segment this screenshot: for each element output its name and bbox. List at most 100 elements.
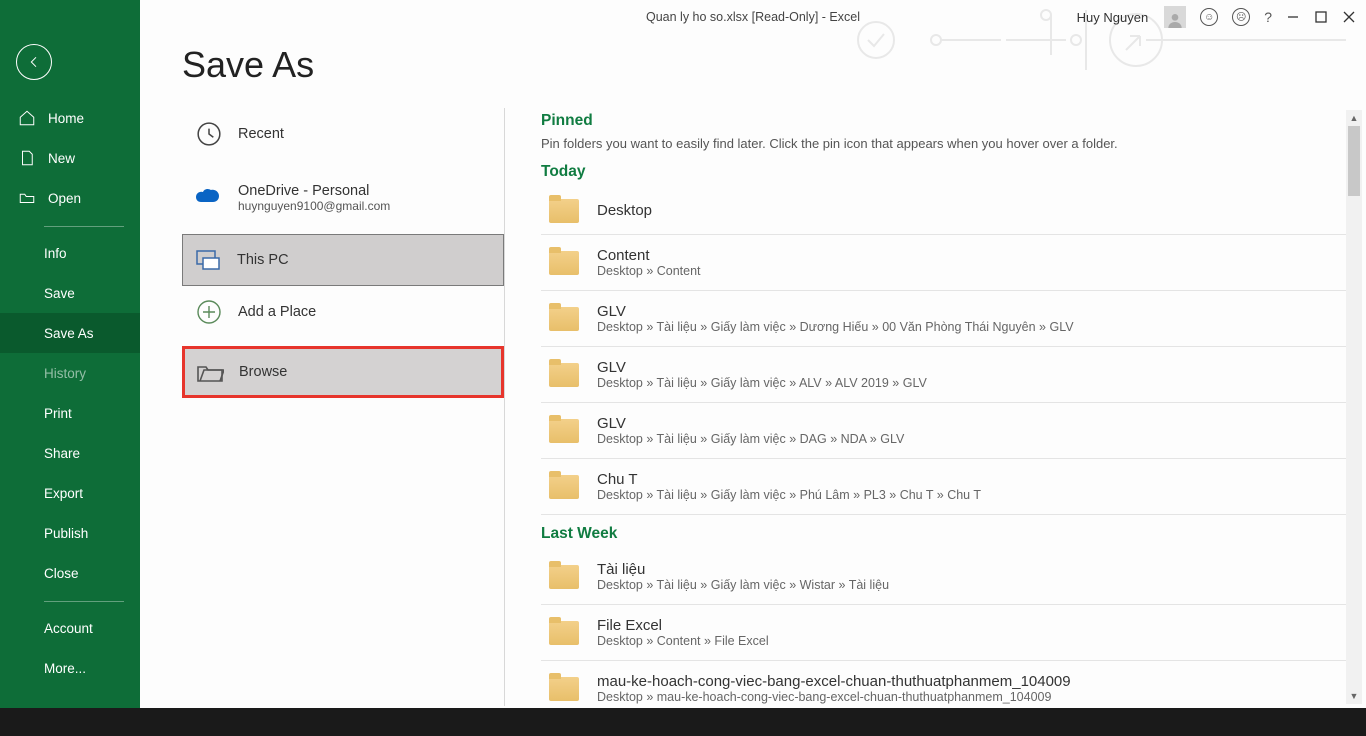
location-label: This PC <box>237 252 289 268</box>
new-icon <box>18 149 36 167</box>
folder-path: Desktop » Tài liệu » Giấy làm việc » ALV… <box>597 376 927 390</box>
folder-pane: Pinned Pin folders you want to easily fi… <box>505 108 1366 706</box>
folder-path: Desktop » mau-ke-hoach-cong-viec-bang-ex… <box>597 690 1071 704</box>
folder-icon <box>549 565 579 589</box>
nav-label: Publish <box>44 526 88 541</box>
nav-label: Account <box>44 621 93 636</box>
folder-path: Desktop » Content » File Excel <box>597 634 769 648</box>
nav-save[interactable]: Save <box>0 273 140 313</box>
maximize-button[interactable] <box>1314 10 1328 24</box>
folder-name: GLV <box>597 415 904 432</box>
folder-name: Desktop <box>597 202 652 219</box>
folder-row[interactable]: GLVDesktop » Tài liệu » Giấy làm việc » … <box>541 403 1352 459</box>
folder-row[interactable]: mau-ke-hoach-cong-viec-bang-excel-chuan-… <box>541 661 1352 706</box>
home-icon <box>18 109 36 127</box>
open-icon <box>18 189 36 207</box>
backstage-sidebar: Home New Open Info Save Save As History … <box>0 0 140 708</box>
help-button[interactable]: ? <box>1264 9 1272 25</box>
nav-label: Print <box>44 406 72 421</box>
clock-icon <box>194 119 224 149</box>
nav-more[interactable]: More... <box>0 648 140 688</box>
location-onedrive[interactable]: OneDrive - Personal huynguyen9100@gmail.… <box>182 172 504 224</box>
nav-label: History <box>44 366 86 381</box>
browse-icon <box>195 357 225 387</box>
location-label: Browse <box>239 364 287 380</box>
pinned-hint: Pin folders you want to easily find late… <box>541 136 1352 151</box>
minimize-button[interactable] <box>1286 10 1300 24</box>
nav-label: Save As <box>44 326 94 341</box>
divider <box>44 226 124 227</box>
folder-row[interactable]: ContentDesktop » Content <box>541 235 1352 291</box>
location-this-pc[interactable]: This PC <box>182 234 504 286</box>
folder-name: GLV <box>597 359 927 376</box>
location-sublabel: huynguyen9100@gmail.com <box>238 199 390 213</box>
scroll-up-icon[interactable]: ▲ <box>1346 110 1362 126</box>
section-pinned: Pinned <box>541 112 1352 130</box>
titlebar: Quan ly ho so.xlsx [Read-Only] - Excel H… <box>140 0 1366 36</box>
folder-name: mau-ke-hoach-cong-viec-bang-excel-chuan-… <box>597 673 1071 690</box>
folder-icon <box>549 251 579 275</box>
nav-label: Export <box>44 486 83 501</box>
location-label: Add a Place <box>238 304 316 320</box>
folder-path: Desktop » Tài liệu » Giấy làm việc » DAG… <box>597 432 904 446</box>
nav-share[interactable]: Share <box>0 433 140 473</box>
nav-close[interactable]: Close <box>0 553 140 593</box>
nav-info[interactable]: Info <box>0 233 140 273</box>
avatar-icon[interactable] <box>1164 6 1186 28</box>
location-add-place[interactable]: Add a Place <box>182 286 504 338</box>
folder-row[interactable]: Tài liệuDesktop » Tài liệu » Giấy làm vi… <box>541 549 1352 605</box>
username[interactable]: Huy Nguyen <box>1077 10 1149 25</box>
scroll-down-icon[interactable]: ▼ <box>1346 688 1362 704</box>
smile-icon[interactable]: ☺ <box>1200 8 1218 26</box>
taskbar <box>0 708 1366 736</box>
nav-label: Share <box>44 446 80 461</box>
nav-print[interactable]: Print <box>0 393 140 433</box>
location-recent[interactable]: Recent <box>182 108 504 160</box>
location-browse[interactable]: Browse <box>182 346 504 398</box>
folder-row[interactable]: Chu TDesktop » Tài liệu » Giấy làm việc … <box>541 459 1352 515</box>
divider <box>44 601 124 602</box>
nav-label: Close <box>44 566 79 581</box>
back-button[interactable] <box>16 44 52 80</box>
folder-row[interactable]: GLVDesktop » Tài liệu » Giấy làm việc » … <box>541 291 1352 347</box>
onedrive-icon <box>194 183 224 213</box>
location-label: OneDrive - Personal <box>238 183 390 199</box>
folder-path: Desktop » Tài liệu » Giấy làm việc » Wis… <box>597 578 889 592</box>
nav-open[interactable]: Open <box>0 178 140 218</box>
folder-name: File Excel <box>597 617 769 634</box>
main-area: Quan ly ho so.xlsx [Read-Only] - Excel H… <box>140 0 1366 708</box>
folder-name: Content <box>597 247 701 264</box>
locations-column: Recent OneDrive - Personal huynguyen9100… <box>140 108 504 706</box>
nav-label: More... <box>44 661 86 676</box>
add-place-icon <box>194 297 224 327</box>
section-lastweek: Last Week <box>541 525 1352 543</box>
scrollbar[interactable]: ▲ ▼ <box>1346 110 1362 704</box>
close-button[interactable] <box>1342 10 1356 24</box>
nav-publish[interactable]: Publish <box>0 513 140 553</box>
folder-icon <box>549 621 579 645</box>
page-title: Save As <box>182 44 1366 86</box>
frown-icon[interactable]: ☹ <box>1232 8 1250 26</box>
folder-icon <box>549 363 579 387</box>
nav-home[interactable]: Home <box>0 98 140 138</box>
folder-icon <box>549 307 579 331</box>
folder-row[interactable]: File ExcelDesktop » Content » File Excel <box>541 605 1352 661</box>
nav-new[interactable]: New <box>0 138 140 178</box>
nav-label: Open <box>48 191 81 206</box>
scroll-thumb[interactable] <box>1348 126 1360 196</box>
folder-name: GLV <box>597 303 1074 320</box>
nav-export[interactable]: Export <box>0 473 140 513</box>
folder-row[interactable]: Desktop <box>541 187 1352 235</box>
folder-icon <box>549 677 579 701</box>
folder-row[interactable]: GLVDesktop » Tài liệu » Giấy làm việc » … <box>541 347 1352 403</box>
nav-label: New <box>48 151 75 166</box>
folder-icon <box>549 199 579 223</box>
location-label: Recent <box>238 126 284 142</box>
folder-path: Desktop » Tài liệu » Giấy làm việc » Phú… <box>597 488 981 502</box>
nav-account[interactable]: Account <box>0 608 140 648</box>
nav-label: Save <box>44 286 75 301</box>
nav-label: Info <box>44 246 67 261</box>
nav-history[interactable]: History <box>0 353 140 393</box>
folder-icon <box>549 419 579 443</box>
nav-save-as[interactable]: Save As <box>0 313 140 353</box>
